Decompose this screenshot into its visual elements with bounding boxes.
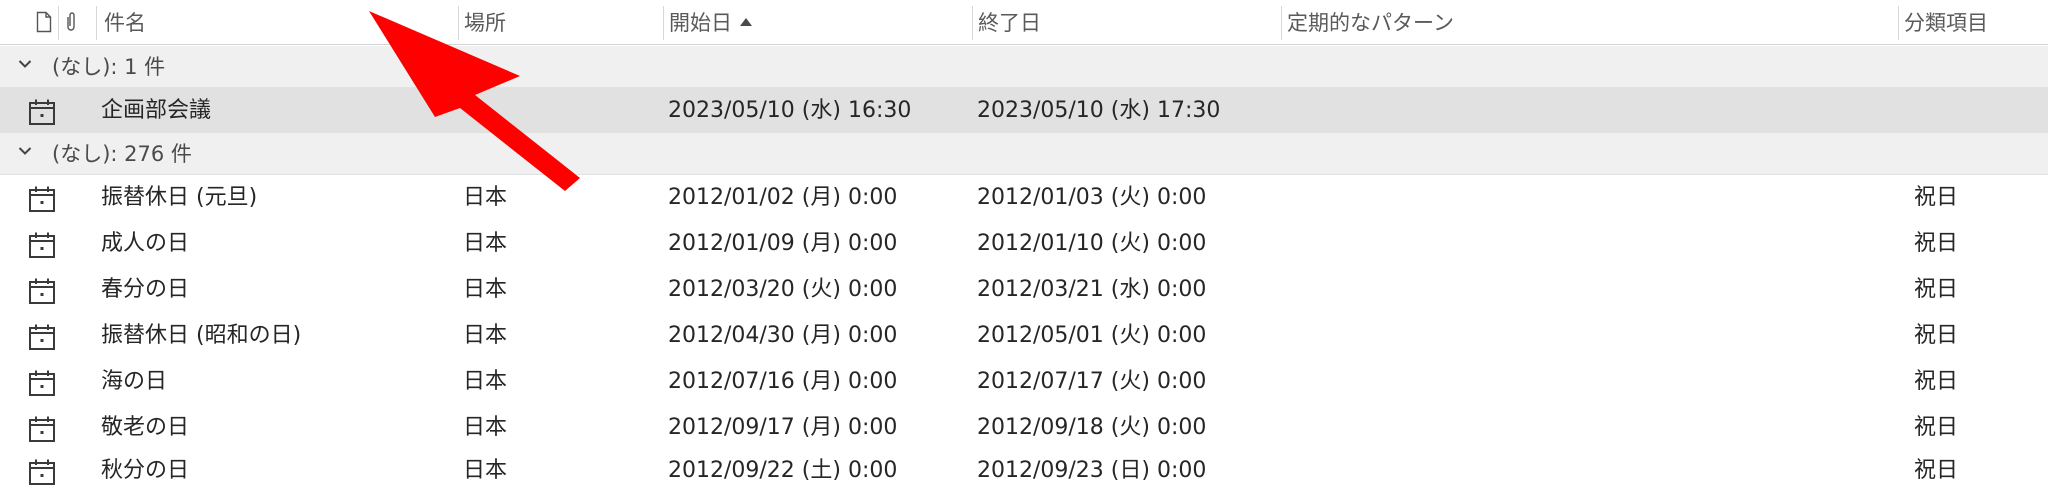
- paperclip-icon[interactable]: [64, 11, 78, 37]
- table-row[interactable]: 敬老の日 日本 2012/09/17 (月) 0:00 2012/09/18 (…: [0, 405, 2048, 451]
- cell-end: 2012/07/17 (火) 0:00: [977, 369, 1207, 394]
- cell-end: 2012/01/10 (火) 0:00: [977, 231, 1207, 256]
- column-end[interactable]: 終了日: [972, 0, 1280, 45]
- table-row[interactable]: 海の日 日本 2012/07/16 (月) 0:00 2012/07/17 (火…: [0, 359, 2048, 405]
- sort-ascending-icon: [740, 18, 752, 26]
- chevron-down-icon[interactable]: [18, 57, 32, 71]
- chevron-down-icon[interactable]: [18, 144, 32, 158]
- cell-start: 2012/09/22 (土) 0:00: [668, 458, 898, 483]
- cell-location: 日本: [463, 415, 508, 440]
- cell-category: 祝日: [1914, 185, 1959, 210]
- cell-subject: 振替休日 (昭和の日): [101, 323, 302, 348]
- cell-location: 日本: [463, 323, 508, 348]
- calendar-icon: [29, 99, 55, 125]
- cell-subject: 振替休日 (元旦): [101, 185, 258, 210]
- cell-end: 2012/03/21 (水) 0:00: [977, 277, 1207, 302]
- calendar-list-view: 件名 場所 開始日 終了日 定期的なパターン 分類項目 (なし): 1 件 企画…: [0, 0, 2048, 494]
- cell-subject: 敬老の日: [101, 415, 190, 440]
- cell-start: 2012/09/17 (月) 0:00: [668, 415, 898, 440]
- cell-end: 2012/05/01 (火) 0:00: [977, 323, 1207, 348]
- cell-category: 祝日: [1914, 369, 1959, 394]
- calendar-icon: [29, 232, 55, 258]
- document-icon[interactable]: [36, 11, 52, 37]
- column-end-label: 終了日: [978, 11, 1041, 35]
- calendar-icon: [29, 186, 55, 212]
- column-header: 件名 場所 開始日 終了日 定期的なパターン 分類項目: [0, 0, 2048, 45]
- cell-category: 祝日: [1914, 458, 1959, 483]
- cell-end: 2012/09/23 (日) 0:00: [977, 458, 1207, 483]
- cell-category: 祝日: [1914, 323, 1959, 348]
- cell-start: 2012/01/09 (月) 0:00: [668, 231, 898, 256]
- table-row[interactable]: 秋分の日 日本 2012/09/22 (土) 0:00 2012/09/23 (…: [0, 448, 2048, 494]
- cell-start: 2012/01/02 (月) 0:00: [668, 185, 898, 210]
- column-subject[interactable]: 件名: [98, 0, 456, 45]
- cell-start: 2012/04/30 (月) 0:00: [668, 323, 898, 348]
- cell-end: 2012/09/18 (火) 0:00: [977, 415, 1207, 440]
- cell-category: 祝日: [1914, 415, 1959, 440]
- group-header[interactable]: (なし): 276 件: [0, 133, 2048, 175]
- cell-start: 2012/03/20 (火) 0:00: [668, 277, 898, 302]
- table-row[interactable]: 成人の日 日本 2012/01/09 (月) 0:00 2012/01/10 (…: [0, 221, 2048, 267]
- column-recurrence-label: 定期的なパターン: [1287, 11, 1454, 35]
- table-row[interactable]: 振替休日 (昭和の日) 日本 2012/04/30 (月) 0:00 2012/…: [0, 313, 2048, 359]
- cell-start: 2023/05/10 (水) 16:30: [668, 98, 912, 123]
- cell-location: 日本: [463, 458, 508, 483]
- cell-end: 2023/05/10 (水) 17:30: [977, 98, 1221, 123]
- group-label: (なし): 1 件: [52, 55, 166, 79]
- calendar-icon: [29, 278, 55, 304]
- cell-category: 祝日: [1914, 231, 1959, 256]
- cell-subject: 成人の日: [101, 231, 190, 256]
- column-recurrence[interactable]: 定期的なパターン: [1281, 0, 1897, 45]
- cell-start: 2012/07/16 (月) 0:00: [668, 369, 898, 394]
- cell-subject: 企画部会議: [101, 98, 212, 123]
- cell-location: 日本: [463, 369, 508, 394]
- column-location-label: 場所: [464, 11, 506, 35]
- table-row[interactable]: 企画部会議 2023/05/10 (水) 16:30 2023/05/10 (水…: [0, 88, 2048, 134]
- column-subject-label: 件名: [104, 11, 146, 35]
- table-row[interactable]: 春分の日 日本 2012/03/20 (火) 0:00 2012/03/21 (…: [0, 267, 2048, 313]
- column-start[interactable]: 開始日: [663, 0, 971, 45]
- column-location[interactable]: 場所: [458, 0, 662, 45]
- table-row[interactable]: 振替休日 (元旦) 日本 2012/01/02 (月) 0:00 2012/01…: [0, 175, 2048, 221]
- cell-location: 日本: [463, 277, 508, 302]
- column-start-label: 開始日: [669, 11, 732, 35]
- cell-subject: 海の日: [101, 369, 168, 394]
- cell-category: 祝日: [1914, 277, 1959, 302]
- cell-subject: 秋分の日: [101, 458, 190, 483]
- calendar-icon: [29, 459, 55, 485]
- cell-subject: 春分の日: [101, 277, 190, 302]
- group-header[interactable]: (なし): 1 件: [0, 46, 2048, 88]
- cell-location: 日本: [463, 185, 508, 210]
- cell-location: 日本: [463, 231, 508, 256]
- calendar-icon: [29, 370, 55, 396]
- cell-end: 2012/01/03 (火) 0:00: [977, 185, 1207, 210]
- column-category-label: 分類項目: [1904, 11, 1988, 35]
- group-label: (なし): 276 件: [52, 142, 192, 166]
- calendar-icon: [29, 416, 55, 442]
- column-category[interactable]: 分類項目: [1898, 0, 2048, 45]
- calendar-icon: [29, 324, 55, 350]
